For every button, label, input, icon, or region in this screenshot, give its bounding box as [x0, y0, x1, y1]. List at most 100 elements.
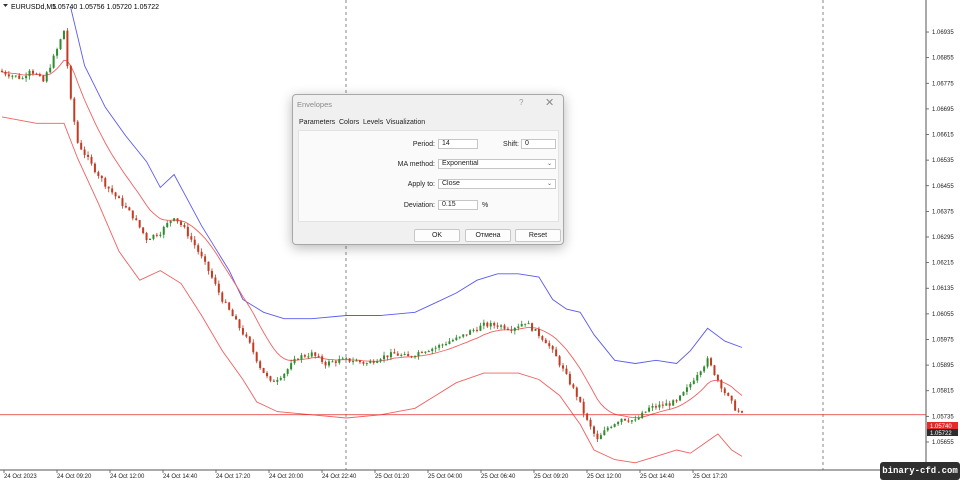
candle-body: [389, 352, 392, 358]
time-tick-label: 24 Oct 09:20: [57, 474, 92, 480]
shift-input[interactable]: 0: [521, 139, 556, 149]
deviation-input[interactable]: 0.15: [438, 200, 478, 210]
candle-body: [162, 226, 165, 235]
candle-body: [272, 380, 275, 382]
price-tick-label: 1.05655: [932, 440, 954, 446]
candle-body: [520, 324, 523, 327]
candle-body: [696, 374, 699, 381]
reset-button[interactable]: Reset: [515, 229, 561, 242]
candle-body: [741, 411, 743, 413]
candle-body: [327, 361, 330, 366]
candle-body: [534, 328, 537, 331]
candle-body: [685, 387, 688, 392]
chevron-down-icon: ⌄: [546, 181, 552, 187]
tab-levels[interactable]: Levels: [363, 119, 383, 126]
period-label: Period:: [412, 141, 435, 148]
candle-body: [104, 178, 107, 187]
candle-body: [565, 368, 568, 374]
candle-body: [376, 361, 379, 363]
candle-body: [231, 309, 234, 317]
candle-body: [393, 352, 396, 354]
candle-body: [324, 361, 327, 366]
ma-method-select[interactable]: Exponential ⌄: [438, 159, 556, 169]
candle-body: [121, 198, 124, 206]
apply-to-select[interactable]: Close ⌄: [438, 179, 556, 189]
candle-body: [7, 74, 10, 77]
candle-body: [634, 419, 637, 421]
candle-body: [11, 75, 14, 77]
candle-body: [486, 322, 489, 327]
candle-body: [396, 353, 399, 356]
candle-body: [579, 396, 582, 402]
tab-colors[interactable]: Colors: [339, 119, 359, 126]
candle-body: [458, 336, 461, 338]
price-tick-label: 1.06615: [932, 133, 954, 139]
candle-body: [727, 393, 730, 396]
candle-body: [269, 376, 272, 381]
price-tick-label: 1.06055: [932, 312, 954, 318]
candle-body: [124, 205, 127, 208]
candle-body: [135, 218, 138, 221]
candle-body: [623, 418, 626, 421]
candle-body: [334, 361, 337, 363]
candle-body: [307, 356, 310, 358]
shift-label: Shift:: [503, 141, 519, 148]
candle-body: [424, 351, 427, 353]
dropdown-triangle-icon[interactable]: [3, 4, 8, 7]
candle-body: [699, 371, 702, 375]
deviation-label: Deviation:: [403, 202, 435, 209]
candle-body: [297, 358, 299, 360]
candle-body: [493, 322, 496, 326]
candle-body: [651, 406, 654, 408]
candle-body: [73, 98, 76, 122]
cancel-button[interactable]: Отмена: [465, 229, 511, 242]
price-tick-label: 1.06295: [932, 235, 954, 241]
candle-body: [606, 427, 609, 431]
period-input[interactable]: 14: [438, 139, 478, 149]
candle-body: [52, 55, 55, 68]
ok-button[interactable]: OK: [414, 229, 460, 242]
candle-body: [510, 329, 513, 331]
candle-body: [93, 163, 96, 173]
candle-body: [362, 362, 365, 364]
ask-price-label: 1.05722: [930, 431, 952, 437]
candle-body: [56, 49, 59, 56]
candle-body: [414, 356, 417, 358]
candle-body: [517, 326, 520, 328]
candle-body: [589, 419, 592, 427]
candle-body: [193, 239, 196, 246]
candle-body: [420, 352, 423, 354]
price-tick-label: 1.05975: [932, 337, 954, 343]
candle-body: [4, 72, 7, 75]
price-tick-label: 1.06455: [932, 184, 954, 190]
candle-body: [407, 354, 410, 357]
candle-body: [252, 342, 255, 353]
help-icon[interactable]: ?: [519, 98, 523, 107]
time-tick-label: 24 Oct 14:40: [163, 474, 198, 480]
candle-body: [472, 329, 475, 331]
candle-body: [259, 361, 262, 368]
candle-body: [451, 340, 454, 342]
candle-body: [441, 344, 444, 346]
close-icon[interactable]: ✕: [545, 96, 554, 109]
candle-body: [558, 356, 561, 366]
tab-visualization[interactable]: Visualization: [386, 119, 425, 126]
candle-body: [475, 329, 478, 331]
candle-body: [255, 352, 258, 362]
candle-body: [710, 358, 713, 366]
time-tick-label: 24 Oct 17:20: [216, 474, 251, 480]
candle-body: [183, 225, 186, 227]
price-tick-label: 1.06535: [932, 158, 954, 164]
price-tick-label: 1.06775: [932, 81, 954, 87]
candle-body: [331, 361, 334, 363]
price-markers: 1.05740 1.05722: [927, 422, 958, 437]
candle-body: [410, 356, 413, 358]
candle-body: [352, 361, 355, 363]
candle-body: [400, 354, 403, 356]
tab-parameters[interactable]: Parameters: [299, 119, 335, 126]
candle-body: [159, 234, 162, 236]
candle-body: [276, 379, 279, 382]
candle-body: [25, 75, 28, 79]
candle-body: [734, 400, 737, 411]
candle-body: [283, 373, 286, 378]
